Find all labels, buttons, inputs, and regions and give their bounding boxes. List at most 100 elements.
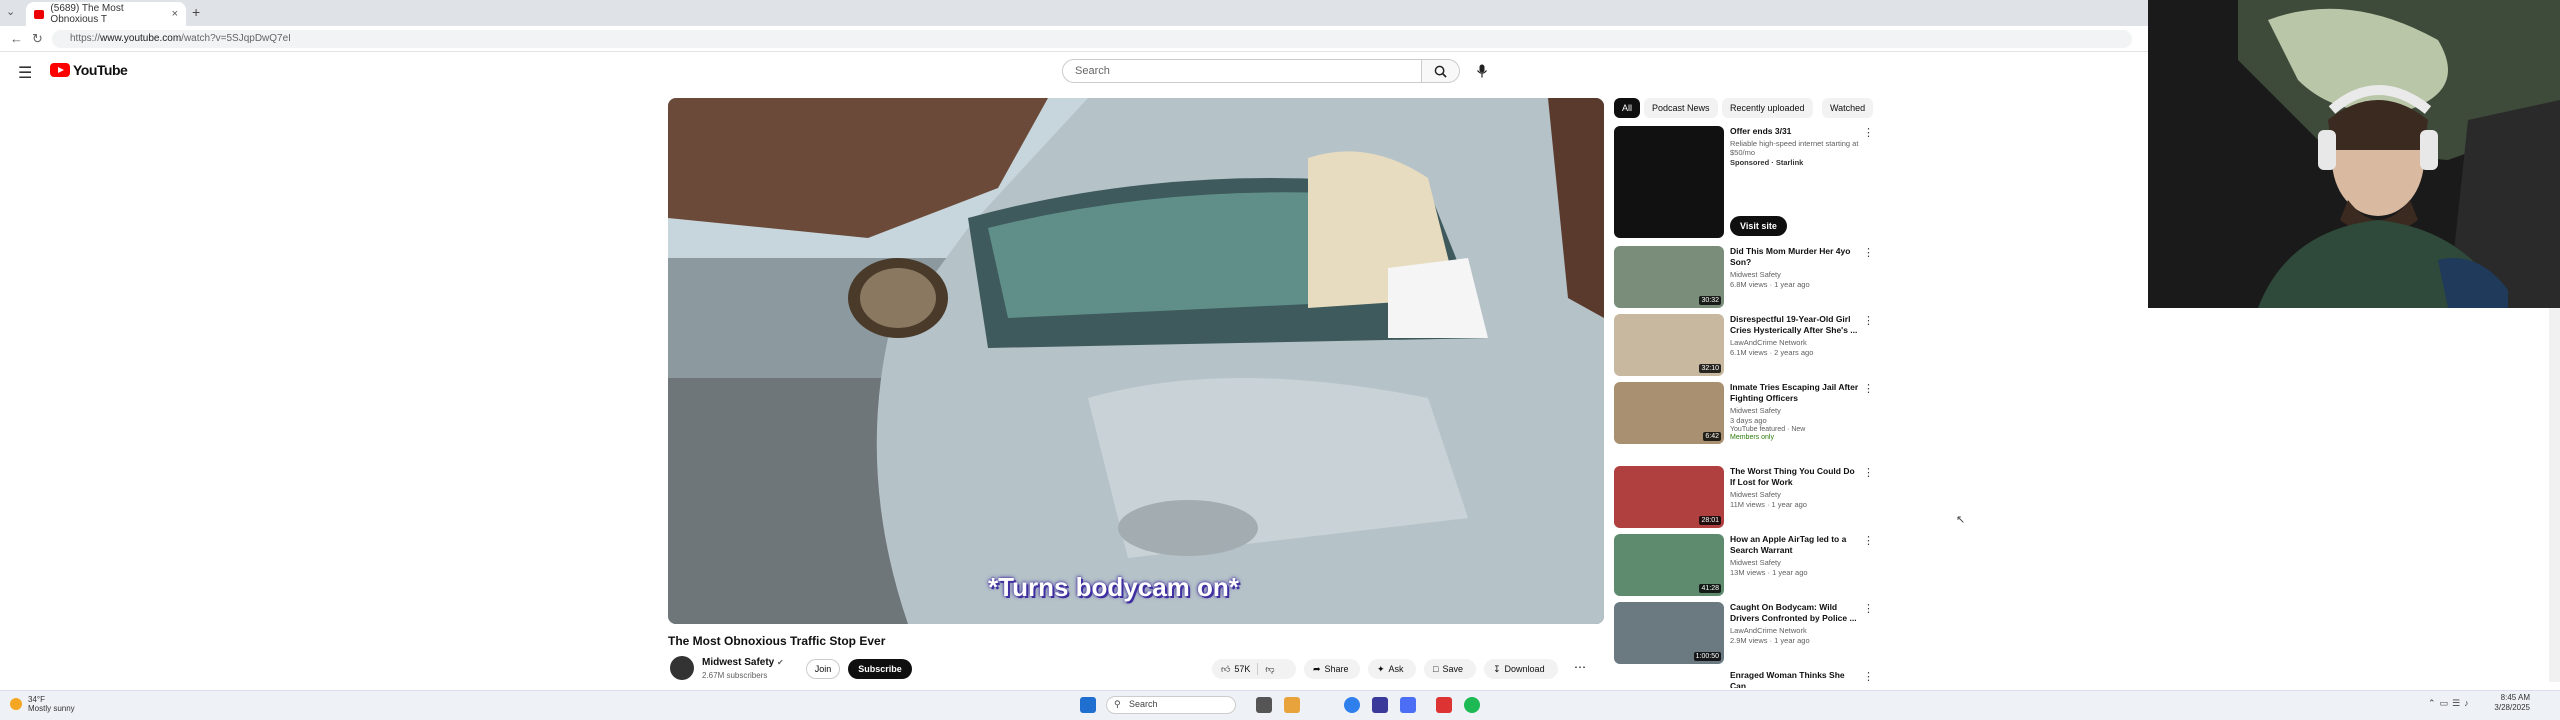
recommendation-item[interactable]: 30:32 Did This Mom Murder Her 4yo Son? M… [1614, 246, 1876, 308]
youtube-play-logo-icon [50, 63, 70, 77]
recommendation-title[interactable]: Disrespectful 19-Year-Old Girl Cries Hys… [1730, 314, 1860, 336]
webcam-overlay [2148, 0, 2560, 308]
url-field[interactable]: https://www.youtube.com/watch?v=5SJqpDwQ… [52, 30, 2132, 48]
microphone-icon [1477, 64, 1487, 78]
recommendation-info: Caught On Bodycam: Wild Drivers Confront… [1730, 602, 1860, 645]
more-actions-icon[interactable]: ⋯ [1574, 660, 1586, 674]
recommendation-thumbnail[interactable]: 32:10 [1614, 314, 1724, 376]
ad-thumbnail[interactable] [1614, 126, 1724, 238]
recommendation-channel[interactable]: Midwest Safety [1730, 558, 1860, 567]
spotify-icon[interactable] [1464, 697, 1480, 713]
chip-all[interactable]: All [1614, 98, 1641, 118]
recommendation-item[interactable]: 41:28 How an Apple AirTag led to a Searc… [1614, 534, 1876, 596]
sparkle-icon: ✦ [1377, 663, 1385, 674]
system-tray-icons[interactable]: ⌃▭☰♪ [2428, 698, 2473, 709]
like-thumb-icon[interactable]: 👍︎ [1221, 664, 1230, 675]
windows-taskbar [0, 690, 2560, 720]
recommendation-channel[interactable]: Midwest Safety [1730, 406, 1860, 415]
recommendation-menu-kebab-icon[interactable]: ⋮ [1863, 314, 1874, 327]
recommendation-item[interactable]: 6:42 Inmate Tries Escaping Jail After Fi… [1614, 382, 1876, 458]
app-icon-red[interactable] [1436, 697, 1452, 713]
chip-podcast-news[interactable]: Podcast News [1644, 98, 1718, 118]
chip-recently-uploaded[interactable]: Recently uploaded [1722, 98, 1813, 118]
recommendation-item[interactable]: 32:10 Disrespectful 19-Year-Old Girl Cri… [1614, 314, 1876, 376]
app-icon[interactable] [1372, 697, 1388, 713]
join-button[interactable]: Join [806, 659, 840, 679]
download-button[interactable]: ↧ Download [1484, 659, 1558, 679]
recommendation-title[interactable]: Enraged Woman Thinks She Can [1730, 670, 1860, 688]
ask-button[interactable]: ✦ Ask [1368, 659, 1416, 679]
voice-search-button[interactable] [1470, 59, 1494, 83]
recommendation-title[interactable]: The Worst Thing You Could Do If Lost for… [1730, 466, 1860, 488]
visit-site-button[interactable]: Visit site [1730, 216, 1787, 236]
recommendation-thumbnail[interactable]: 30:32 [1614, 246, 1724, 308]
browser-tab-active[interactable]: (5689) The Most Obnoxious T × [26, 2, 186, 26]
recommendation-item[interactable]: Enraged Woman Thinks She Can ⋮ [1614, 670, 1876, 688]
clock-date: 3/28/2025 [2494, 703, 2530, 712]
taskbar-search-box[interactable]: ⚲ Search [1106, 696, 1236, 714]
download-arrow-icon: ↧ [1493, 663, 1501, 674]
recommendation-title[interactable]: Inmate Tries Escaping Jail After Fightin… [1730, 382, 1860, 404]
recommendation-menu-kebab-icon[interactable]: ⋮ [1863, 670, 1874, 683]
back-arrow-icon[interactable]: ← [10, 31, 23, 46]
channel-name[interactable]: Midwest Safety ✔ [702, 657, 784, 668]
recommendation-channel[interactable]: Midwest Safety [1730, 270, 1860, 279]
video-player[interactable] [668, 98, 1604, 624]
download-label: Download [1504, 664, 1545, 674]
discord-icon[interactable] [1400, 697, 1416, 713]
share-button[interactable]: ➦ Share [1304, 659, 1360, 679]
recommendation-item[interactable]: 1:00:50 Caught On Bodycam: Wild Drivers … [1614, 602, 1876, 664]
ask-label: Ask [1388, 664, 1404, 674]
youtube-logo[interactable]: YouTube [50, 62, 128, 78]
recommendation-thumbnail[interactable]: 28:01 [1614, 466, 1724, 528]
windows-start-icon[interactable] [1080, 697, 1096, 713]
recommendation-channel[interactable]: LawAndCrime Network [1730, 626, 1860, 635]
menu-hamburger-icon[interactable]: ☰ [18, 63, 32, 83]
save-label: Save [1442, 664, 1463, 674]
task-view-icon[interactable] [1256, 697, 1272, 713]
recommendation-title[interactable]: How an Apple AirTag led to a Search Warr… [1730, 534, 1860, 556]
share-arrow-icon: ➦ [1313, 663, 1321, 674]
recommendation-menu-kebab-icon[interactable]: ⋮ [1863, 246, 1874, 259]
subscribe-button[interactable]: Subscribe [848, 659, 912, 679]
recommendation-thumbnail[interactable]: 41:28 [1614, 534, 1724, 596]
save-button[interactable]: □ Save [1424, 659, 1476, 679]
ad-card[interactable]: Offer ends 3/31 Reliable high-speed inte… [1614, 126, 1876, 240]
ad-menu-kebab-icon[interactable]: ⋮ [1863, 126, 1874, 139]
logo-text: YouTube [73, 62, 128, 78]
weather-temp: 34°F [28, 695, 45, 704]
recommendation-thumbnail[interactable]: 1:00:50 [1614, 602, 1724, 664]
recommendation-channel[interactable]: Midwest Safety [1730, 490, 1860, 499]
reload-icon[interactable]: ↻ [32, 31, 43, 47]
tab-close-icon[interactable]: × [172, 8, 178, 20]
recommendation-item[interactable]: 28:01 The Worst Thing You Could Do If Lo… [1614, 466, 1876, 528]
ad-description: Reliable high-speed internet starting at… [1730, 139, 1859, 157]
taskbar-search-icon: ⚲ [1114, 699, 1121, 709]
chrome-icon[interactable] [1344, 697, 1360, 713]
recommendation-info: Inmate Tries Escaping Jail After Fightin… [1730, 382, 1860, 441]
video-caption: *Turns bodycam on* [988, 572, 1239, 602]
recommendation-thumbnail[interactable]: 6:42 [1614, 382, 1724, 444]
search-button[interactable] [1422, 59, 1460, 83]
recommendation-menu-kebab-icon[interactable]: ⋮ [1863, 466, 1874, 479]
weather-widget[interactable]: 34°F Mostly sunny [10, 695, 75, 713]
recommendation-menu-kebab-icon[interactable]: ⋮ [1863, 534, 1874, 547]
search-input[interactable]: Search [1062, 59, 1422, 83]
recommendation-meta: 2.9M views · 1 year ago [1730, 636, 1810, 645]
taskbar-clock[interactable]: 8:45 AM 3/28/2025 [2490, 693, 2530, 713]
recommendation-title[interactable]: Did This Mom Murder Her 4yo Son? [1730, 246, 1860, 268]
recommendation-title[interactable]: Caught On Bodycam: Wild Drivers Confront… [1730, 602, 1860, 624]
recommendation-menu-kebab-icon[interactable]: ⋮ [1863, 382, 1874, 395]
recommendation-menu-kebab-icon[interactable]: ⋮ [1863, 602, 1874, 615]
chip-watched[interactable]: Watched [1822, 98, 1874, 118]
tab-list-chevron-icon[interactable]: ⌄ [6, 5, 15, 18]
dislike-thumb-icon[interactable]: 👎︎ [1265, 664, 1274, 675]
like-count[interactable]: 57K [1234, 664, 1250, 674]
channel-avatar[interactable] [670, 656, 694, 680]
url-domain: www.youtube.com [100, 33, 182, 44]
webcam-feed [2148, 0, 2560, 308]
recommendation-channel[interactable]: LawAndCrime Network [1730, 338, 1860, 347]
file-explorer-icon[interactable] [1284, 697, 1300, 713]
recommendation-meta: 3 days ago [1730, 416, 1767, 425]
new-tab-plus-icon[interactable]: + [192, 4, 200, 20]
